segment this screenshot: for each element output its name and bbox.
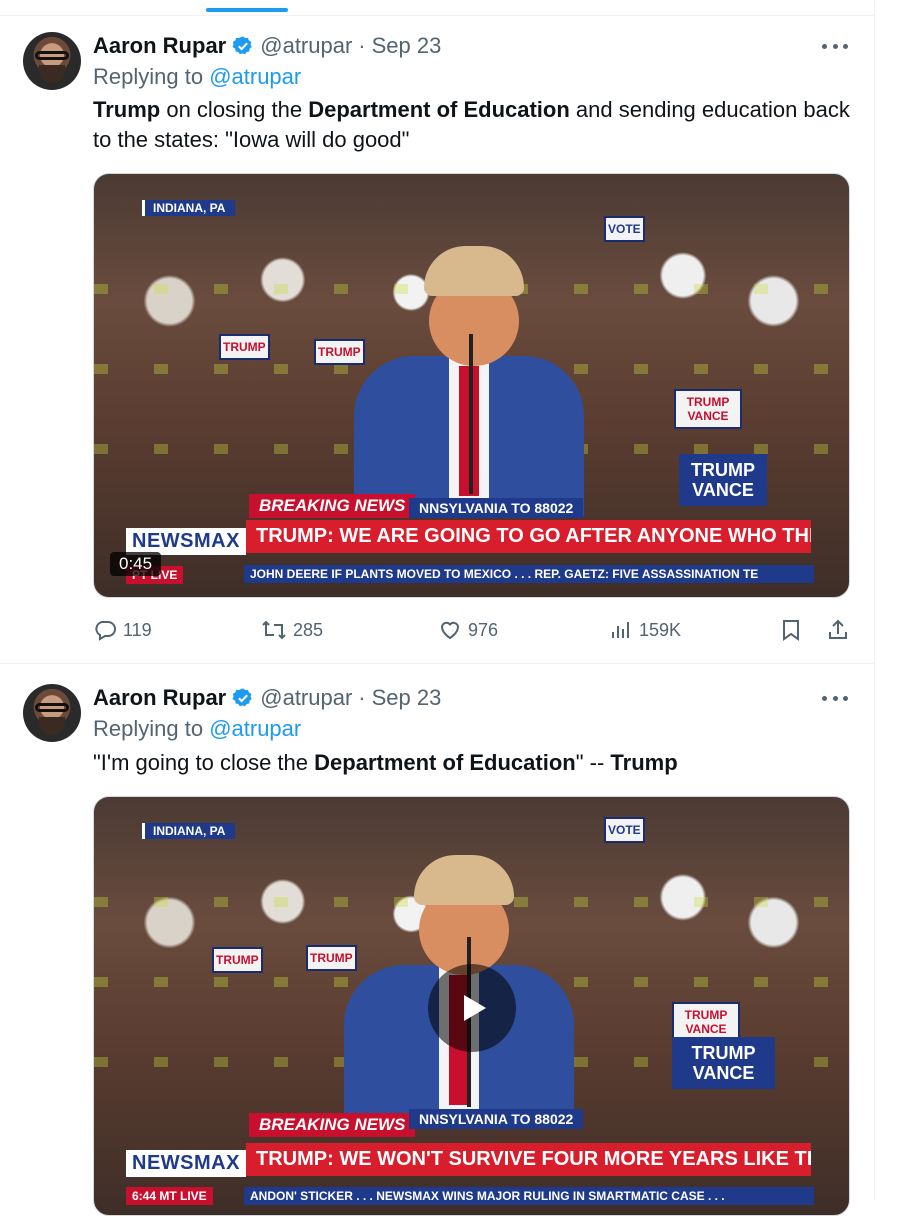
play-button[interactable] [428, 964, 516, 1052]
play-icon [464, 995, 486, 1021]
tweet-actions: 119 285 976 159K [93, 618, 853, 648]
banner-top: NNSYLVANIA TO 88022 [409, 498, 584, 518]
replying-to-link[interactable]: @atrupar [209, 64, 301, 89]
tweet-header: Aaron Rupar @atrupar · Sep 23 [93, 31, 441, 61]
tweet[interactable]: Aaron Rupar @atrupar · Sep 23 Replying t… [0, 664, 874, 1216]
avatar[interactable] [23, 32, 81, 90]
video-player[interactable]: INDIANA, PA TRUMP TRUMP TRUMP VANCE TRUM… [93, 796, 850, 1216]
network-logo: NEWSMAX [126, 1150, 246, 1177]
crowd-sign: TRUMP [219, 334, 270, 360]
text-bold: Trump [93, 97, 161, 122]
location-tag: INDIANA, PA [142, 823, 236, 839]
like-count: 976 [468, 619, 499, 640]
news-ticker: JOHN DEERE IF PLANTS MOVED TO MEXICO . .… [244, 565, 814, 583]
news-headline: TRUMP: WE ARE GOING TO GO AFTER ANYONE W… [246, 520, 811, 553]
text-bold: Department of Education [308, 97, 570, 122]
repost-icon [262, 620, 286, 640]
author-handle[interactable]: @atrupar [260, 685, 352, 711]
breaking-news-label: BREAKING NEWS [249, 1113, 416, 1137]
text-bold: Trump [610, 750, 678, 775]
reply-icon [95, 621, 116, 641]
tweet-text: Trump on closing the Department of Educa… [93, 95, 853, 155]
news-ticker: ANDON' STICKER . . . NEWSMAX WINS MAJOR … [244, 1187, 814, 1205]
breaking-news-label: BREAKING NEWS [249, 494, 416, 518]
reply-button[interactable]: 119 [93, 618, 152, 642]
author-handle[interactable]: @atrupar [260, 33, 352, 59]
tweet-date[interactable]: Sep 23 [372, 33, 442, 59]
crowd-sign: VOTE [604, 216, 645, 242]
author-name[interactable]: Aaron Rupar [93, 685, 226, 711]
text-span: "I'm going to close the [93, 750, 315, 775]
bookmark-button[interactable] [780, 618, 808, 642]
repost-button[interactable]: 285 [261, 618, 323, 642]
more-icon[interactable] [822, 36, 848, 56]
replying-to: Replying to @atrupar [93, 64, 301, 90]
network-logo: NEWSMAX [126, 528, 246, 555]
video-player[interactable]: INDIANA, PA TRUMP TRUMP TRUMP VANCE TRUM… [93, 173, 850, 598]
more-icon[interactable] [822, 688, 848, 708]
tweet-header: Aaron Rupar @atrupar · Sep 23 [93, 683, 441, 713]
replying-to-link[interactable]: @atrupar [209, 716, 301, 741]
bookmark-icon [783, 620, 799, 641]
replying-to: Replying to @atrupar [93, 716, 301, 742]
replying-prefix: Replying to [93, 64, 210, 89]
replying-prefix: Replying to [93, 716, 210, 741]
repost-count: 285 [293, 619, 324, 640]
share-button[interactable] [826, 618, 856, 642]
crowd-sign: TRUMP VANCE [672, 1002, 740, 1042]
crowd-sign: TRUMP VANCE [679, 454, 767, 506]
text-span: " -- [575, 750, 611, 775]
views-button[interactable]: 159K [609, 618, 681, 642]
tweet[interactable]: Aaron Rupar @atrupar · Sep 23 Replying t… [0, 0, 874, 664]
views-count: 159K [639, 619, 682, 640]
text-span: on closing the [160, 97, 309, 122]
microphone [469, 334, 473, 494]
video-duration: 0:45 [110, 552, 162, 576]
verified-badge-icon [232, 688, 252, 707]
views-icon [612, 622, 629, 638]
tweet-date[interactable]: Sep 23 [372, 685, 442, 711]
crowd-sign: VOTE [604, 817, 645, 843]
verified-badge-icon [232, 36, 252, 55]
author-name[interactable]: Aaron Rupar [93, 33, 226, 59]
crowd-sign: TRUMP VANCE [672, 1037, 775, 1089]
heart-icon [440, 621, 460, 640]
avatar[interactable] [23, 684, 81, 742]
like-button[interactable]: 976 [438, 618, 498, 642]
location-tag: INDIANA, PA [142, 200, 236, 216]
crowd-sign: TRUMP [212, 947, 263, 973]
text-bold: Department of Education [314, 750, 576, 775]
news-headline: TRUMP: WE WON'T SURVIVE FOUR MORE YEARS … [246, 1143, 811, 1176]
separator-dot: · [358, 33, 366, 58]
crowd-sign: TRUMP VANCE [674, 389, 742, 429]
reply-count: 119 [123, 619, 152, 640]
column-border [874, 0, 875, 1200]
banner-top: NNSYLVANIA TO 88022 [409, 1109, 584, 1129]
share-icon [829, 619, 847, 639]
separator-dot: · [358, 685, 366, 710]
live-label: 6:44 MT LIVE [126, 1187, 213, 1205]
tweet-text: "I'm going to close the Department of Ed… [93, 748, 853, 778]
